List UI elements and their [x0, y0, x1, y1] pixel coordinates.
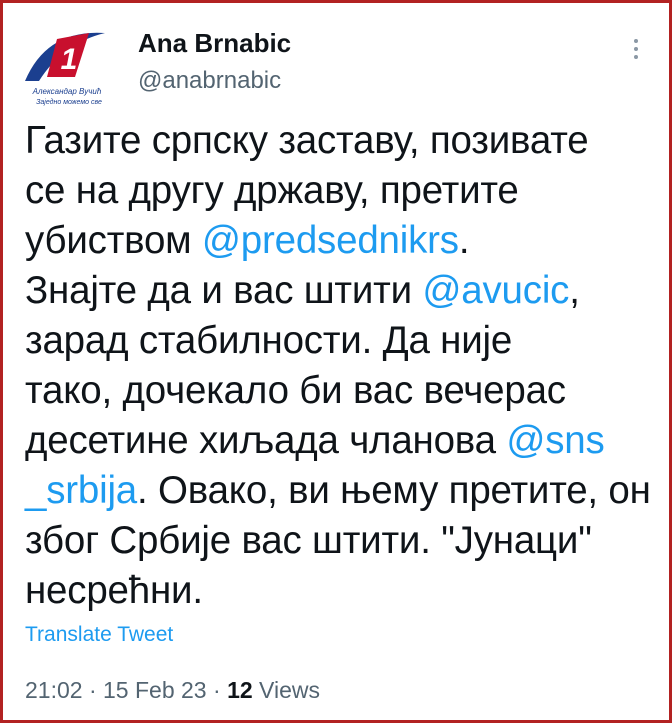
tweet-text-line: тако, дочекало би вас вечерас [25, 366, 665, 416]
tweet-text-segment: , [569, 269, 580, 312]
tweet-date[interactable]: 15 Feb 23 [103, 677, 207, 703]
avatar[interactable]: 1 Александар Вучић Заједно можемо све [17, 21, 115, 111]
tweet-text-segment: зарад стабилности. Да није [25, 319, 513, 362]
author-name[interactable]: Ana Brnabic [138, 28, 291, 59]
sns-logo-icon: 1 Александар Вучић Заједно можемо све [25, 32, 105, 106]
mention-link[interactable]: @avucic [422, 269, 569, 312]
tweet-text-line: убиством @predsednikrs. [25, 216, 665, 266]
author-handle[interactable]: @anabrnabic [138, 67, 281, 95]
more-dot [634, 55, 638, 59]
more-dot [634, 47, 638, 51]
more-dot [634, 39, 638, 43]
views-label: Views [259, 677, 320, 703]
mention-link[interactable]: @predsednikrs [202, 219, 459, 262]
logo-numeral: 1 [61, 43, 78, 76]
tweet-text-segment: . [458, 219, 470, 262]
tweet-text-segment: се на другу државу, претите [25, 169, 519, 212]
tweet-text-segment: . Овако, ви њему претите, он [137, 469, 651, 512]
meta-separator: · [88, 677, 97, 703]
tweet-time[interactable]: 21:02 [25, 677, 83, 703]
tweet-text-line: _srbija. Овако, ви њему претите, он [25, 466, 665, 516]
translate-tweet-link[interactable]: Translate Tweet [25, 623, 173, 647]
tweet-card: 1 Александар Вучић Заједно можемо све An… [0, 0, 672, 723]
tweet-text-line: Газите српску заставу, позивате [25, 116, 665, 166]
views-count: 12 [227, 677, 253, 703]
mention-link[interactable]: @sns [506, 419, 604, 462]
logo-caption-line2: Заједно можемо све [36, 98, 102, 106]
logo-caption-line1: Александар Вучић [32, 87, 102, 96]
more-options-icon[interactable] [626, 35, 646, 69]
tweet-text-line: несрећни. [25, 566, 665, 616]
tweet-text-segment: несрећни. [25, 569, 203, 612]
tweet-text-segment: Знајте да и вас штити [25, 269, 423, 312]
tweet-text-line: десетине хиљада чланова @sns [25, 416, 665, 466]
tweet-text-line: због Србије вас штити. "Јунаци" [25, 516, 665, 566]
meta-separator: · [213, 677, 221, 703]
tweet-text-segment: Газите српску заставу, позивате [25, 119, 589, 162]
tweet-text-segment: десетине хиљада чланова [25, 419, 507, 462]
tweet-text-segment: убиством [25, 219, 202, 262]
tweet-text-line: Знајте да и вас штити @avucic, [25, 266, 665, 316]
tweet-text-segment: тако, дочекало би вас вечерас [25, 369, 566, 412]
tweet-text-line: се на другу државу, претите [25, 166, 665, 216]
mention-link[interactable]: _srbija [25, 469, 137, 512]
tweet-meta: 21:02 · 15 Feb 23 · 12 Views [25, 677, 320, 704]
tweet-text: Газите српску заставу, позивате се на дру… [25, 116, 665, 616]
tweet-text-segment: због Србије вас штити. "Јунаци" [25, 519, 592, 562]
tweet-text-line: зарад стабилности. Да није [25, 316, 665, 366]
